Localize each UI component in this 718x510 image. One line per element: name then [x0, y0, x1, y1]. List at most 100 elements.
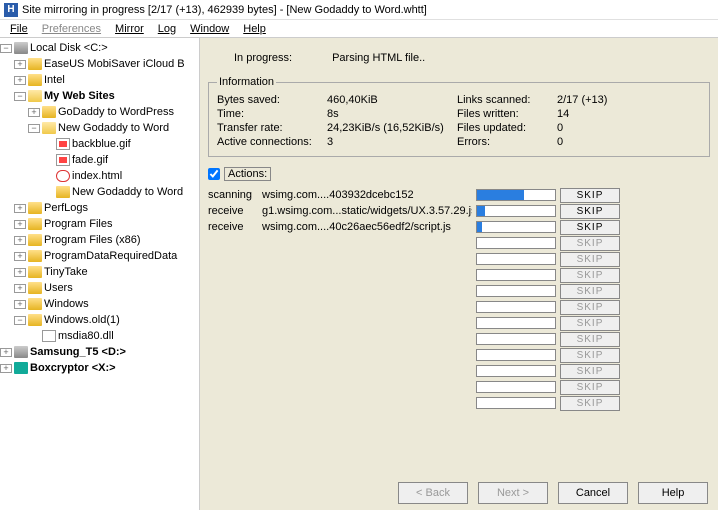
- tree-item[interactable]: EaseUS MobiSaver iCloud B: [44, 58, 185, 70]
- actions-list: scanningwsimg.com....403932dcebc152SKIPr…: [208, 187, 710, 411]
- tree-collapse-icon[interactable]: −: [0, 44, 12, 53]
- err-value: 0: [557, 136, 637, 148]
- help-button[interactable]: Help: [638, 482, 708, 504]
- tree-expand-icon[interactable]: +: [14, 252, 26, 261]
- progress-label: In progress:: [234, 52, 292, 64]
- tree-item[interactable]: Boxcryptor <X:>: [30, 362, 116, 374]
- menu-help[interactable]: Help: [237, 22, 272, 36]
- actions-legend: Actions:: [224, 167, 271, 181]
- action-row: scanningwsimg.com....403932dcebc152SKIP: [208, 187, 710, 203]
- tree-expand-icon[interactable]: +: [0, 348, 12, 357]
- progress-bar: [476, 333, 556, 345]
- tree-item[interactable]: My Web Sites: [44, 90, 115, 102]
- tree-item[interactable]: PerfLogs: [44, 202, 88, 214]
- progress-bar: [476, 269, 556, 281]
- tree-item[interactable]: backblue.gif: [72, 138, 131, 150]
- disk-icon: [14, 346, 28, 358]
- tree-expand-icon[interactable]: +: [14, 76, 26, 85]
- skip-button: SKIP: [560, 348, 620, 363]
- progress-status: Parsing HTML file..: [332, 52, 425, 64]
- tree-expand-icon[interactable]: +: [14, 204, 26, 213]
- action-text: wsimg.com....403932dcebc152: [262, 189, 472, 201]
- progress-bar: [476, 317, 556, 329]
- tree-expand-icon[interactable]: +: [14, 236, 26, 245]
- window-title: Site mirroring in progress [2/17 (+13), …: [22, 4, 427, 16]
- menu-mirror[interactable]: Mirror: [109, 22, 150, 36]
- skip-button[interactable]: SKIP: [560, 204, 620, 219]
- tree-item[interactable]: New Godaddy to Word: [58, 122, 169, 134]
- tree-collapse-icon[interactable]: −: [28, 124, 40, 133]
- links-label: Links scanned:: [457, 94, 557, 106]
- skip-button: SKIP: [560, 268, 620, 283]
- links-value: 2/17 (+13): [557, 94, 637, 106]
- progress-bar: [476, 253, 556, 265]
- image-file-icon: [56, 154, 70, 166]
- menu-file[interactable]: File: [4, 22, 34, 36]
- skip-button[interactable]: SKIP: [560, 188, 620, 203]
- action-row: SKIP: [208, 347, 710, 363]
- action-text: g1.wsimg.com...static/widgets/UX.3.57.29…: [262, 205, 472, 217]
- tree-item[interactable]: Intel: [44, 74, 65, 86]
- image-file-icon: [56, 138, 70, 150]
- folder-icon: [28, 218, 42, 230]
- menu-window[interactable]: Window: [184, 22, 235, 36]
- menu-log[interactable]: Log: [152, 22, 182, 36]
- action-row: SKIP: [208, 267, 710, 283]
- tree-expand-icon[interactable]: +: [14, 268, 26, 277]
- info-group: Information Bytes saved:460,40KiB Links …: [208, 76, 710, 157]
- tree-expand-icon[interactable]: +: [14, 220, 26, 229]
- skip-button: SKIP: [560, 300, 620, 315]
- progress-bar: [476, 397, 556, 409]
- filesu-value: 0: [557, 122, 637, 134]
- tree-item[interactable]: Samsung_T5 <D:>: [30, 346, 126, 358]
- tree-item[interactable]: Users: [44, 282, 73, 294]
- tree-collapse-icon[interactable]: −: [14, 92, 26, 101]
- tree-expand-icon[interactable]: +: [14, 300, 26, 309]
- tree-expand-icon[interactable]: +: [14, 60, 26, 69]
- content-panel: In progress: Parsing HTML file.. Informa…: [200, 38, 718, 510]
- cancel-button[interactable]: Cancel: [558, 482, 628, 504]
- actions-checkbox[interactable]: [208, 168, 220, 180]
- menubar: File Preferences Mirror Log Window Help: [0, 20, 718, 38]
- titlebar: H Site mirroring in progress [2/17 (+13)…: [0, 0, 718, 20]
- progress-bar: [476, 205, 556, 217]
- action-row: SKIP: [208, 395, 710, 411]
- action-op: receive: [208, 205, 258, 217]
- folder-icon: [28, 58, 42, 70]
- tree-item[interactable]: Program Files (x86): [44, 234, 141, 246]
- tree-item[interactable]: Program Files: [44, 218, 112, 230]
- tree-expand-icon[interactable]: +: [14, 284, 26, 293]
- folder-icon: [28, 250, 42, 262]
- tree-item[interactable]: Windows: [44, 298, 89, 310]
- skip-button[interactable]: SKIP: [560, 220, 620, 235]
- filesw-label: Files written:: [457, 108, 557, 120]
- action-row: SKIP: [208, 251, 710, 267]
- action-row: SKIP: [208, 315, 710, 331]
- conn-label: Active connections:: [217, 136, 327, 148]
- rate-value: 24,23KiB/s (16,52KiB/s): [327, 122, 457, 134]
- tree-item[interactable]: ProgramDataRequiredData: [44, 250, 177, 262]
- tree-collapse-icon[interactable]: −: [14, 316, 26, 325]
- folder-icon: [28, 234, 42, 246]
- progress-bar: [476, 301, 556, 313]
- folder-icon: [28, 282, 42, 294]
- tree-item[interactable]: index.html: [72, 170, 122, 182]
- tree-item[interactable]: Windows.old(1): [44, 314, 120, 326]
- action-row: SKIP: [208, 331, 710, 347]
- tree-item[interactable]: GoDaddy to WordPress: [58, 106, 174, 118]
- tree-item[interactable]: TinyTake: [44, 266, 88, 278]
- tree-item[interactable]: New Godaddy to Word: [72, 186, 183, 198]
- conn-value: 3: [327, 136, 457, 148]
- app-icon: H: [4, 3, 18, 17]
- action-row: receivewsimg.com....40c26aec56edf2/scrip…: [208, 219, 710, 235]
- tree-item[interactable]: msdia80.dll: [58, 330, 114, 342]
- rate-label: Transfer rate:: [217, 122, 327, 134]
- progress-bar: [476, 349, 556, 361]
- tree-item[interactable]: fade.gif: [72, 154, 108, 166]
- tree-expand-icon[interactable]: +: [0, 364, 12, 373]
- skip-button: SKIP: [560, 332, 620, 347]
- tree-item[interactable]: Local Disk <C:>: [30, 42, 108, 54]
- tree-expand-icon[interactable]: +: [28, 108, 40, 117]
- info-legend: Information: [217, 76, 276, 88]
- folder-tree[interactable]: − Local Disk <C:> + EaseUS MobiSaver iClou…: [0, 38, 200, 510]
